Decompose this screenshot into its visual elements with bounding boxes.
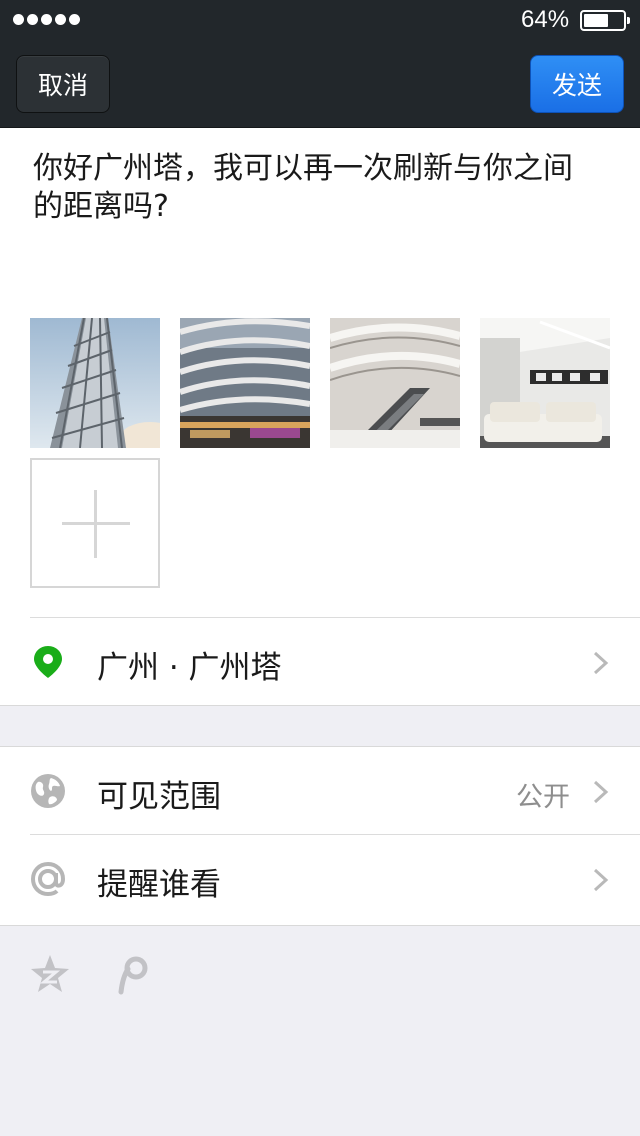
photo-thumbnail-4[interactable] [480,318,610,448]
qzone-star-icon[interactable] [29,953,71,995]
photo-thumbnail-1[interactable] [30,318,160,448]
photo-thumbnail-2[interactable] [180,318,310,448]
add-photo-button[interactable] [30,458,160,588]
visibility-value: 公开 [516,782,570,813]
battery-icon [580,10,630,31]
settings-section: 可见范围 公开 提醒谁看 [0,746,640,926]
signal-strength-icon [13,14,80,25]
chevron-right-icon [593,651,609,675]
battery-percent: 64% [521,6,570,33]
location-row[interactable]: 广州 · 广州塔 [0,618,640,706]
compose-area: 你好广州塔，我可以再一次刷新与你之间的距离吗? 广州 · 广州塔 [0,128,640,706]
post-text-input[interactable]: 你好广州塔，我可以再一次刷新与你之间的距离吗? [33,150,593,226]
send-button[interactable]: 发送 [530,55,624,113]
globe-icon [31,774,65,808]
visibility-label: 可见范围 [97,779,221,815]
curved-building-photo [180,318,310,448]
at-icon [30,861,66,897]
location-pin-icon [34,646,62,678]
white-sofa-room-photo [480,318,610,448]
chevron-right-icon [593,780,609,804]
top-bar: 64% 取消 发送 [0,0,640,128]
canton-tower-photo [30,318,160,448]
mention-row[interactable]: 提醒谁看 [0,835,640,923]
chevron-right-icon [593,868,609,892]
mention-label: 提醒谁看 [97,867,221,903]
divider [0,705,640,706]
atrium-escalator-photo [330,318,460,448]
visibility-row[interactable]: 可见范围 公开 [0,747,640,835]
cancel-button[interactable]: 取消 [16,55,110,113]
location-label: 广州 · 广州塔 [97,650,282,686]
tencent-weibo-icon[interactable] [112,953,154,995]
status-bar: 64% [0,0,640,40]
photo-thumbnail-3[interactable] [330,318,460,448]
